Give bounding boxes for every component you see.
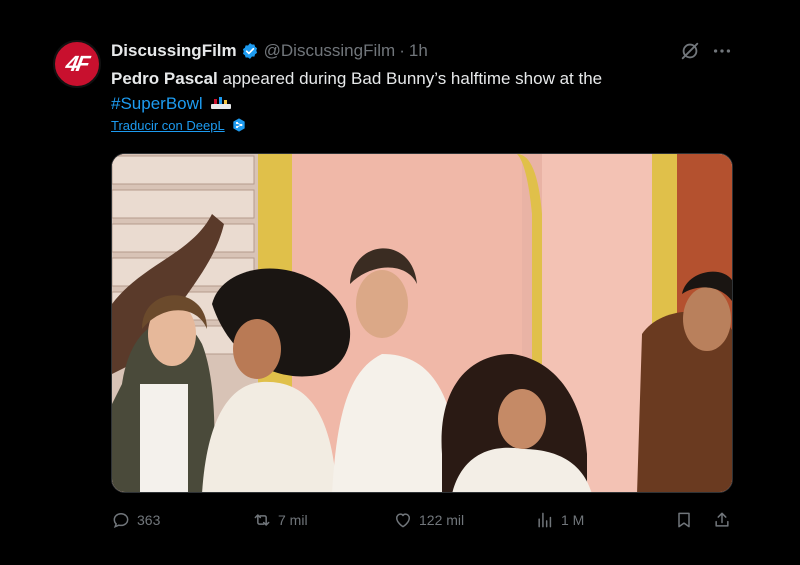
views-button[interactable]: 1 M <box>535 506 584 534</box>
like-icon <box>396 513 410 528</box>
tweet-media-video[interactable] <box>111 153 733 493</box>
bookmark-icon <box>678 512 690 528</box>
deepl-icon <box>233 118 245 132</box>
views-icon <box>538 512 552 528</box>
author-name[interactable]: DiscussingFilm <box>111 41 237 61</box>
views-count: 1 M <box>561 512 585 528</box>
action-bar: 363 7 mil 122 mil 1 M <box>0 506 800 534</box>
tweet-time[interactable]: 1h <box>409 41 428 61</box>
like-count: 122 mil <box>419 512 465 528</box>
tweet-text-rest: appeared during Bad Bunny’s halftime sho… <box>217 69 603 88</box>
reply-icon <box>113 512 129 529</box>
repost-count: 7 mil <box>278 512 308 528</box>
tweet-card[interactable]: 4F DiscussingFilm @DiscussingFilm · 1h P… <box>0 0 800 565</box>
reply-button[interactable]: 363 <box>111 506 160 534</box>
like-button[interactable]: 122 mil <box>393 506 464 534</box>
avatar-logo: 4F <box>64 51 91 76</box>
tweet-text: Pedro Pascal appeared during Bad Bunny’s… <box>111 66 711 116</box>
superbowl-emoji-icon <box>211 97 232 109</box>
tweet-header: DiscussingFilm @DiscussingFilm · 1h <box>111 40 428 62</box>
share-button[interactable] <box>712 506 732 534</box>
repost-button[interactable]: 7 mil <box>252 506 308 534</box>
avatar[interactable]: 4F <box>53 40 101 88</box>
share-icon <box>715 512 729 527</box>
tweet-text-bold: Pedro Pascal <box>111 69 218 88</box>
repost-icon <box>254 514 270 526</box>
reply-count: 363 <box>137 512 161 528</box>
author-handle[interactable]: @DiscussingFilm <box>264 41 396 61</box>
video-frame <box>112 154 732 492</box>
grok-icon[interactable] <box>679 40 701 62</box>
verified-badge-icon <box>242 43 257 59</box>
more-icon[interactable] <box>711 40 733 62</box>
bookmark-button[interactable] <box>674 506 694 534</box>
translate-link[interactable]: Traducir con DeepL <box>111 117 247 133</box>
translate-label[interactable]: Traducir con DeepL <box>111 118 225 133</box>
separator-dot: · <box>399 41 405 60</box>
hashtag-link[interactable]: #SuperBowl <box>111 94 203 113</box>
